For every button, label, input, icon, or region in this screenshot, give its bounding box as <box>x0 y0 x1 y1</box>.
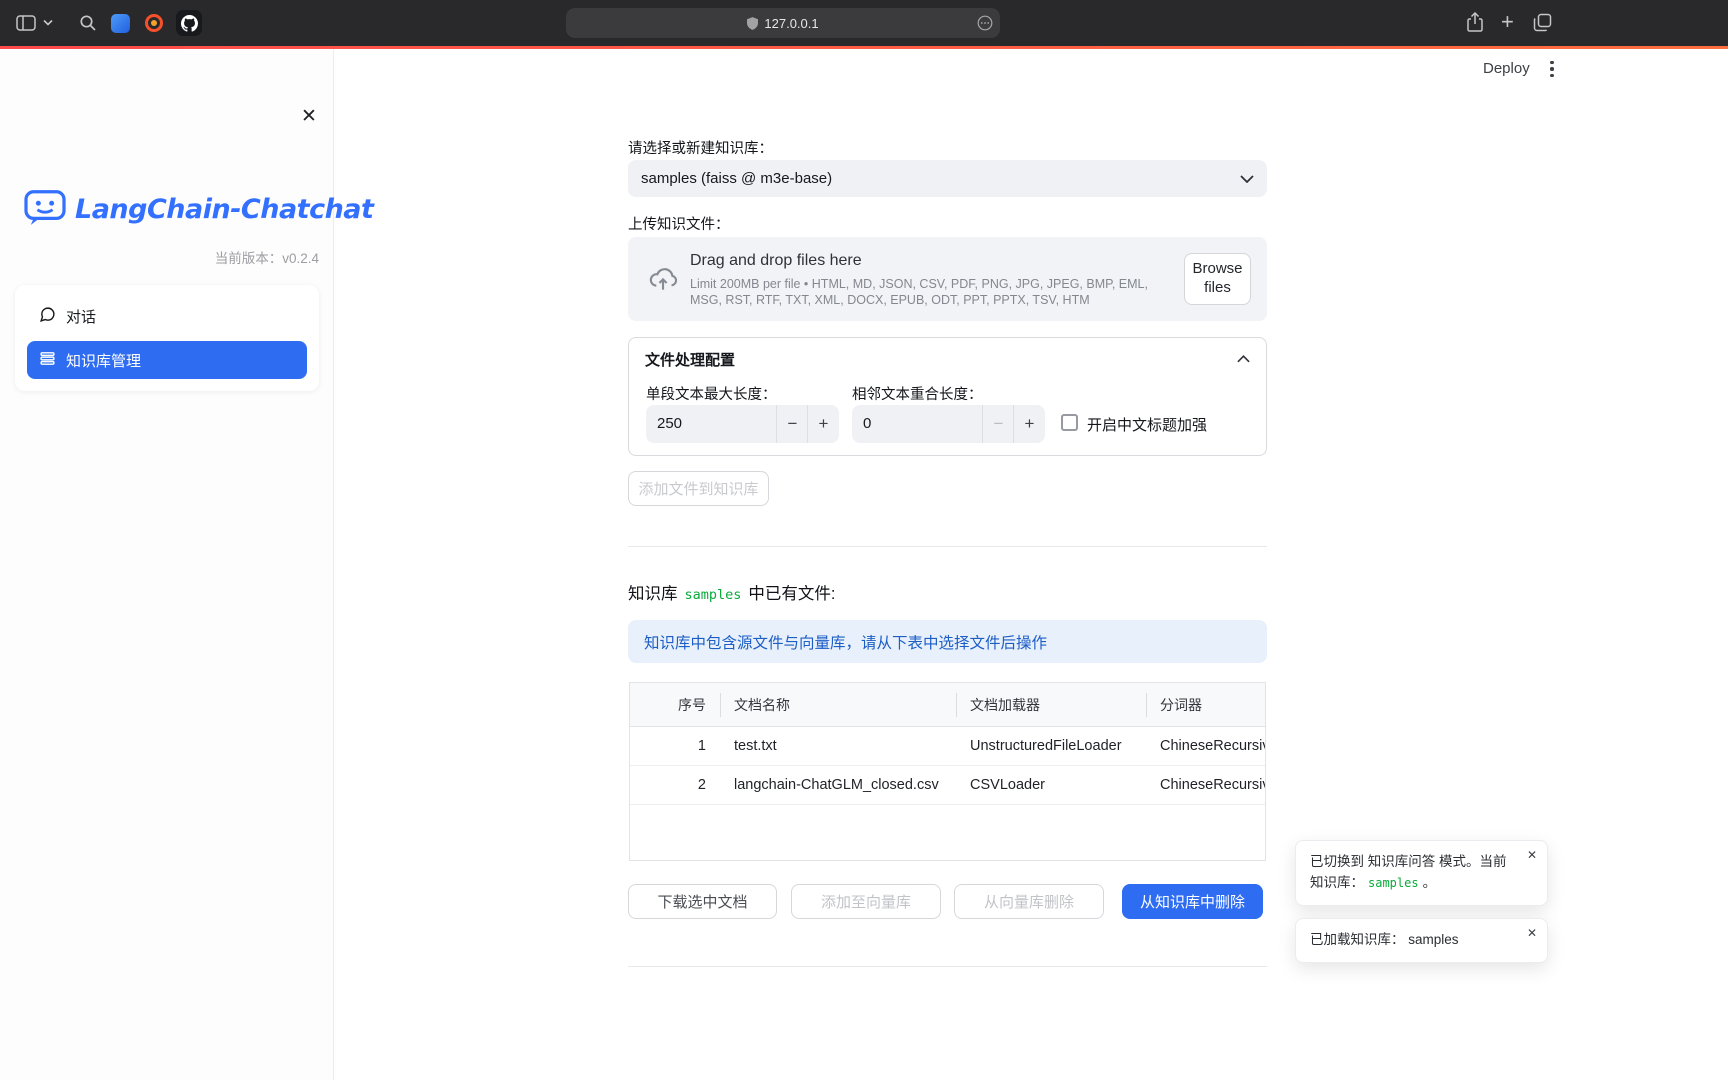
toast-kb-loaded: 已加载知识库： samples ✕ <box>1295 918 1548 963</box>
chevron-down-icon[interactable] <box>43 19 53 26</box>
max-length-label: 单段文本最大长度： <box>646 383 777 404</box>
existing-files-heading: 知识库 samples 中已有文件: <box>628 580 836 604</box>
search-icon[interactable] <box>79 14 97 32</box>
table-row[interactable]: 2 langchain-ChatGLM_closed.csv CSVLoader… <box>630 766 1265 805</box>
address-bar[interactable]: 127.0.0.1 <box>566 8 1000 38</box>
tab-overview-icon[interactable] <box>1533 13 1552 32</box>
logo-text: LangChain-Chatchat <box>75 194 373 225</box>
cell-splitter: ChineseRecursiveT <box>1146 738 1265 754</box>
overlap-label: 相邻文本重合长度： <box>852 383 983 404</box>
kb-select[interactable]: samples (faiss @ m3e-base) <box>628 160 1267 197</box>
cell-name: test.txt <box>720 738 956 754</box>
cell-no: 1 <box>664 738 720 754</box>
sidebar-item-label: 对话 <box>66 306 96 327</box>
max-length-value: 250 <box>657 405 682 443</box>
sidebar: ✕ LangChain-Chatchat 当前版本：v0.2.4 <box>0 49 334 1080</box>
uploader-title: Drag and drop files here <box>690 252 862 270</box>
cell-loader: CSVLoader <box>956 777 1146 793</box>
cell-name: langchain-ChatGLM_closed.csv <box>720 777 956 793</box>
share-icon[interactable] <box>1466 12 1484 33</box>
sidebar-item-kb-management[interactable]: 知识库管理 <box>27 341 307 379</box>
cell-no: 2 <box>664 777 720 793</box>
sidebar-close-icon[interactable]: ✕ <box>301 107 317 126</box>
sidebar-toggle-icon[interactable] <box>16 15 36 31</box>
uploader-limit-text: Limit 200MB per file • HTML, MD, JSON, C… <box>690 276 1174 309</box>
upload-label: 上传知识文件： <box>628 213 730 234</box>
zh-title-checkbox-label: 开启中文标题加强 <box>1087 414 1207 435</box>
close-icon[interactable]: ✕ <box>1527 927 1537 939</box>
toast-text: 已加载知识库： samples <box>1310 932 1459 947</box>
file-config-expander: 文件处理配置 单段文本最大长度： 250 − + 相邻文本重合长度： 0 − +… <box>628 337 1267 456</box>
logo-chatbot-icon <box>24 188 66 231</box>
close-icon[interactable]: ✕ <box>1527 849 1537 861</box>
increment-button[interactable]: + <box>1013 405 1045 443</box>
cell-loader: UnstructuredFileLoader <box>956 738 1146 754</box>
kb-select-label: 请选择或新建知识库： <box>628 137 773 158</box>
browse-files-button[interactable]: Browse files <box>1184 253 1251 305</box>
expander-header[interactable]: 文件处理配置 <box>629 338 1266 380</box>
browser-toolbar: 127.0.0.1 + <box>0 0 1728 46</box>
app-logo: LangChain-Chatchat <box>24 188 373 231</box>
cell-splitter: ChineseRecursiveT <box>1146 777 1265 793</box>
add-files-button[interactable]: 添加文件到知识库 <box>628 471 769 506</box>
add-to-vector-button[interactable]: 添加至向量库 <box>791 884 941 919</box>
extension-icon-orange[interactable] <box>145 14 163 32</box>
table-row[interactable]: 1 test.txt UnstructuredFileLoader Chines… <box>630 727 1265 766</box>
table-header-row: 序号 文档名称 文档加载器 分词器 <box>630 683 1265 727</box>
heading-suffix: 中已有文件: <box>748 580 835 604</box>
heading-prefix: 知识库 <box>628 580 678 604</box>
header-cell-no[interactable]: 序号 <box>664 695 720 715</box>
kb-select-value: samples (faiss @ m3e-base) <box>641 170 832 187</box>
decrement-button[interactable]: − <box>982 405 1014 443</box>
kb-name-code: samples <box>685 587 742 603</box>
expander-title: 文件处理配置 <box>645 349 735 370</box>
column-separator <box>1146 693 1147 717</box>
chevron-up-icon <box>1237 350 1250 368</box>
delete-from-kb-button[interactable]: 从知识库中删除 <box>1122 884 1263 919</box>
toast-mode-switched: 已切换到 知识库问答 模式。当前知识库：samples。 ✕ <box>1295 840 1548 906</box>
zh-title-checkbox[interactable] <box>1061 414 1078 431</box>
files-table: 序号 文档名称 文档加载器 分词器 1 test.txt Unstructure… <box>629 682 1266 861</box>
header-cell-splitter[interactable]: 分词器 <box>1146 695 1265 715</box>
column-separator <box>956 693 957 717</box>
screen: 127.0.0.1 + <box>0 0 1728 1080</box>
info-banner: 知识库中包含源文件与向量库，请从下表中选择文件后操作 <box>628 620 1267 663</box>
overlap-input[interactable]: 0 − + <box>852 405 1045 443</box>
main-menu-icon[interactable] <box>1544 60 1560 78</box>
delete-from-vector-button[interactable]: 从向量库删除 <box>954 884 1104 919</box>
sidebar-item-dialogue[interactable]: 对话 <box>27 297 307 335</box>
chevron-down-icon <box>1240 170 1254 187</box>
info-text: 知识库中包含源文件与向量库，请从下表中选择文件后操作 <box>644 631 1047 653</box>
toast-kb-code: samples <box>1368 876 1419 890</box>
download-selected-button[interactable]: 下载选中文档 <box>628 884 777 919</box>
overlap-value: 0 <box>863 405 871 443</box>
max-length-input[interactable]: 250 − + <box>646 405 839 443</box>
decrement-button[interactable]: − <box>776 405 808 443</box>
header-cell-name[interactable]: 文档名称 <box>720 695 956 715</box>
increment-button[interactable]: + <box>807 405 839 443</box>
sidebar-item-label: 知识库管理 <box>66 350 141 371</box>
url-text: 127.0.0.1 <box>764 16 818 31</box>
header-cell-loader[interactable]: 文档加载器 <box>956 695 1146 715</box>
cloud-upload-icon <box>647 263 679 300</box>
file-uploader-dropzone[interactable]: Drag and drop files here Limit 200MB per… <box>628 237 1267 321</box>
sidebar-menu: 对话 知识库管理 <box>15 285 319 391</box>
page-settings-icon[interactable] <box>977 15 993 31</box>
knowledge-base-icon <box>39 350 56 371</box>
new-tab-icon[interactable]: + <box>1501 11 1514 33</box>
version-label: 当前版本：v0.2.4 <box>15 247 319 267</box>
extension-icon-blue[interactable] <box>111 14 130 33</box>
github-icon[interactable] <box>176 10 202 36</box>
chat-bubble-icon <box>39 306 56 327</box>
deploy-button[interactable]: Deploy <box>1483 60 1530 77</box>
shield-icon <box>747 17 758 30</box>
divider <box>628 546 1267 547</box>
divider <box>628 966 1267 967</box>
column-separator <box>720 693 721 717</box>
